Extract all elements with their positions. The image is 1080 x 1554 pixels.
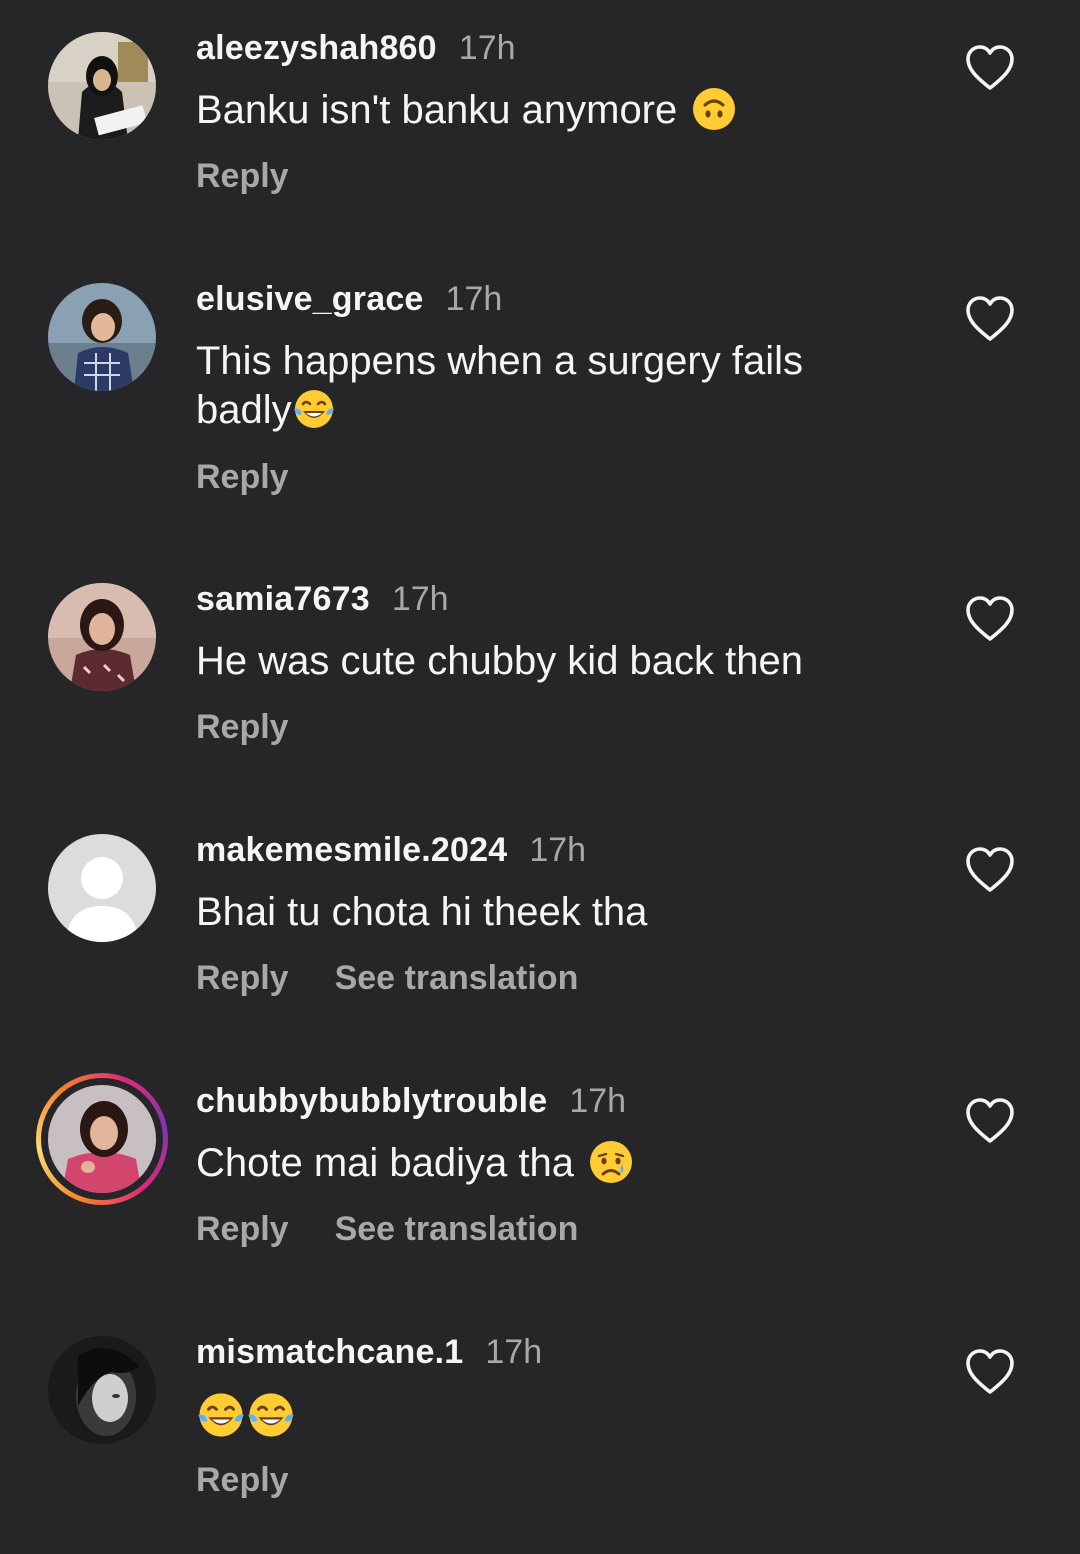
comment-text-body: Bhai tu chota hi theek tha [196,890,648,934]
avatar[interactable] [48,32,156,140]
comment-text: Bhai tu chota hi theek tha [196,888,876,937]
comment-item: makemesmile.2024 17h Bhai tu chota hi the… [0,802,1080,1052]
comment-text: He was cute chubby kid back then [196,637,876,686]
comment-text-body: He was cute chubby kid back then [196,639,804,683]
avatar-image [48,283,156,391]
reply-button[interactable]: Reply [196,708,289,746]
comment-actions: Reply See translation [196,1209,578,1249]
avatar[interactable] [36,1073,168,1205]
comment-username[interactable]: aleezyshah860 [196,29,437,67]
comment-timestamp: 17h [529,831,587,869]
heart-outline-icon[interactable] [964,1348,1016,1396]
reply-button[interactable]: Reply [196,1210,289,1248]
heart-outline-icon[interactable] [964,295,1016,343]
crying-face-emoji [590,1141,633,1183]
avatar-image [48,1336,156,1444]
comment-username[interactable]: chubbybubblytrouble [196,1082,547,1120]
comment-item: mismatchcane.1 17h Reply [0,1304,1080,1554]
tears-of-joy-emoji [248,1393,294,1437]
avatar[interactable] [48,283,156,391]
comment-actions: Reply [196,1460,289,1500]
heart-outline-icon[interactable] [964,846,1016,894]
tears-of-joy-emoji [198,1393,244,1437]
comment-username[interactable]: samia7673 [196,580,370,618]
comment-item: aleezyshah860 17h Banku isn't banku anymo… [0,0,1080,250]
heart-outline-icon[interactable] [964,595,1016,643]
tears-of-joy-emoji [293,390,334,428]
comment-username[interactable]: elusive_grace [196,280,424,318]
comment-text: Banku isn't banku anymore [196,86,876,135]
comment-username[interactable]: makemesmile.2024 [196,831,507,869]
comment-text-body: Banku isn't banku anymore [196,88,678,132]
comment-actions: Reply See translation [196,958,578,998]
heart-outline-icon[interactable] [964,1097,1016,1145]
comment-timestamp: 17h [391,580,449,618]
reply-button[interactable]: Reply [196,157,289,195]
comment-username[interactable]: mismatchcane.1 [196,1333,463,1371]
heart-outline-icon[interactable] [964,44,1016,92]
reply-button[interactable]: Reply [196,458,289,496]
avatar-image [48,583,156,691]
default-avatar-icon [48,834,156,942]
upside-down-face-emoji [693,88,736,130]
avatar-image [48,1085,156,1193]
comment-text [196,1390,876,1444]
comment-text: This happens when a surgery fails badly [196,337,876,435]
comment-text-body: This happens when a surgery fails badly [196,339,803,432]
comment-item: samia7673 17h He was cute chubby kid back… [0,551,1080,801]
comment-item: elusive_grace 17h This happens when a sur… [0,251,1080,501]
reply-button[interactable]: Reply [196,959,289,997]
see-translation-button[interactable]: See translation [335,1210,579,1248]
comment-text-body: Chote mai badiya tha [196,1141,575,1185]
avatar[interactable] [48,834,156,942]
see-translation-button[interactable]: See translation [335,959,579,997]
comment-actions: Reply [196,156,289,196]
comment-item: chubbybubblytrouble 17h Chote mai badiya … [0,1053,1080,1303]
comment-actions: Reply [196,707,289,747]
avatar[interactable] [48,583,156,691]
avatar[interactable] [48,1336,156,1444]
comment-text: Chote mai badiya tha [196,1139,876,1188]
comment-timestamp: 17h [569,1082,627,1120]
avatar-image [48,32,156,140]
comment-actions: Reply [196,457,289,497]
reply-button[interactable]: Reply [196,1461,289,1499]
comment-timestamp: 17h [445,280,503,318]
comment-timestamp: 17h [485,1333,543,1371]
comment-timestamp: 17h [458,29,516,67]
